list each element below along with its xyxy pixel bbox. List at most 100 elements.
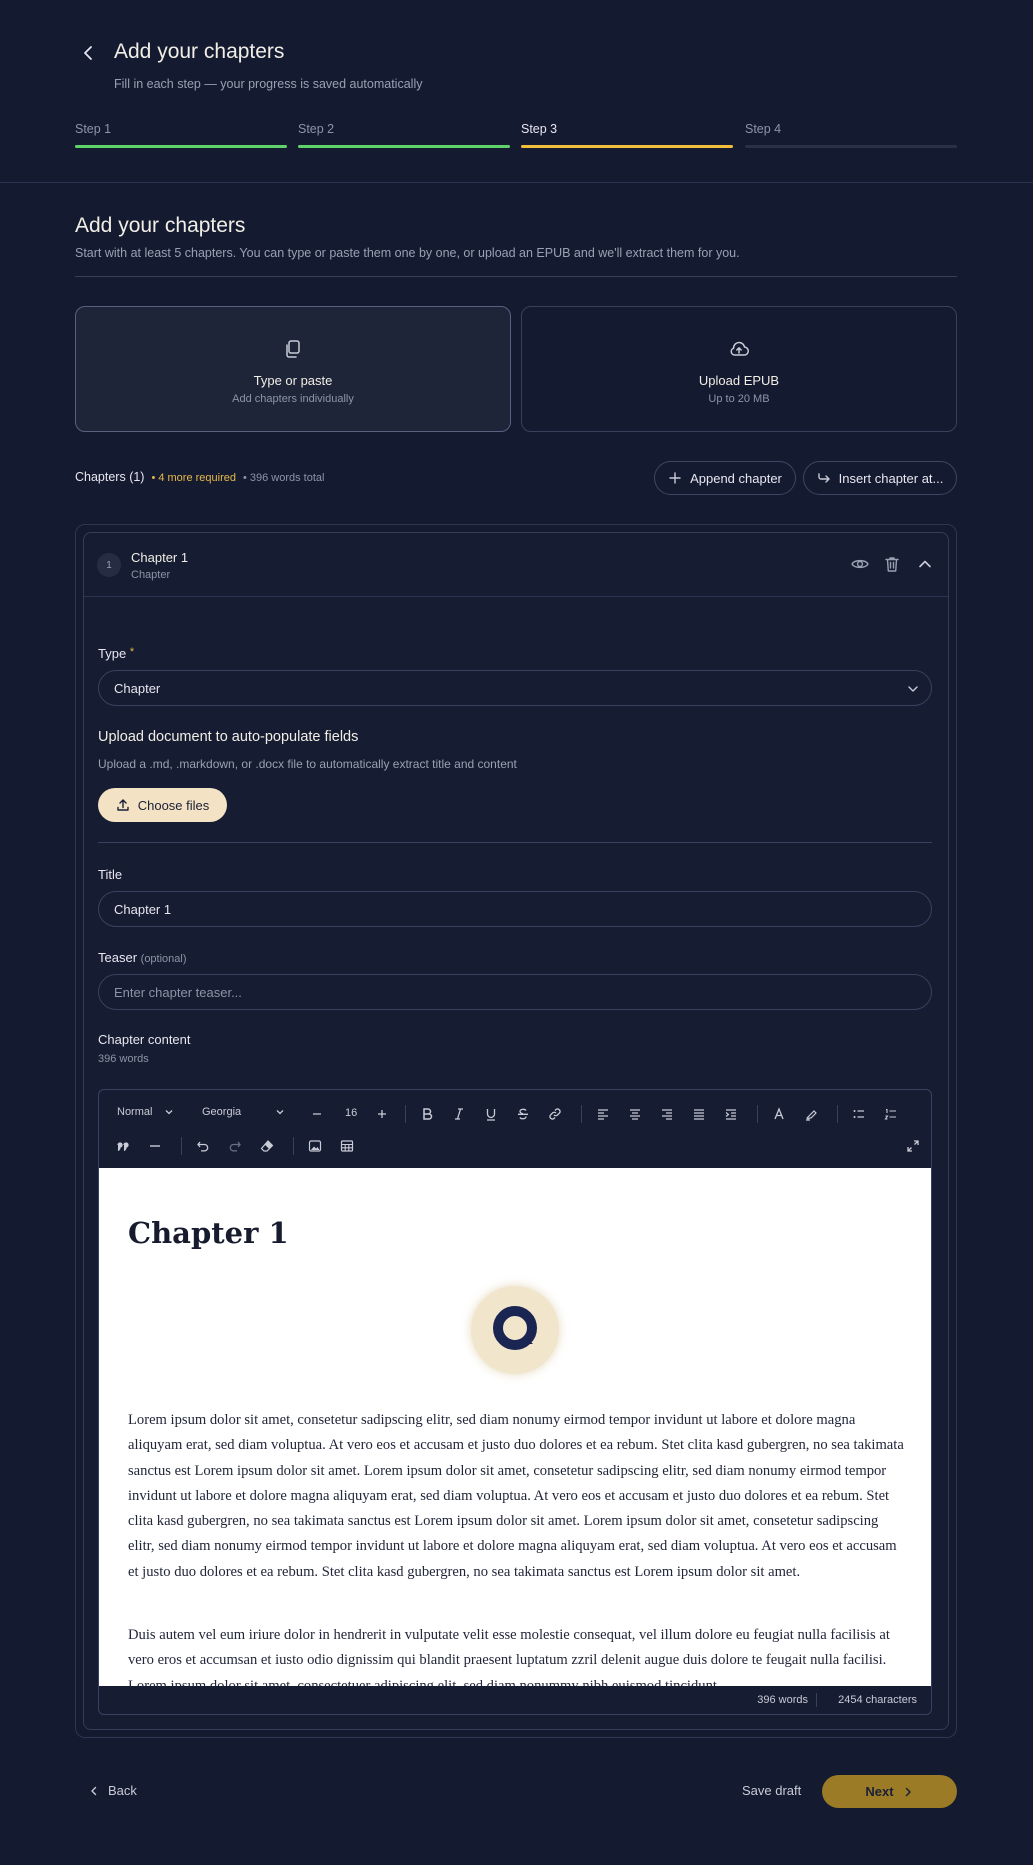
fullscreen-icon[interactable] [905,1138,921,1154]
toolbar-separator [293,1137,294,1155]
step-3[interactable]: Step 3 [521,122,733,148]
q-logo-icon [493,1306,537,1350]
highlighter-icon[interactable] [803,1106,819,1122]
step-1[interactable]: Step 1 [75,122,287,148]
toolbar-separator [181,1137,182,1155]
chapters-word-total: • 396 words total [242,472,325,484]
chapters-summary: Chapters (1) • 4 more required • 396 wor… [75,470,324,484]
page-title: Add your chapters [114,40,285,63]
upload-icon [117,799,129,811]
content-field-label: Chapter content [98,1032,191,1047]
upload-epub-option[interactable]: Upload EPUB Up to 20 MB [521,306,957,432]
header-divider [0,182,1033,183]
type-select[interactable]: Chapter [98,670,932,706]
text-color-icon[interactable] [771,1106,787,1122]
title-input-value: Chapter 1 [114,901,172,917]
append-chapter-label: Append chapter [690,470,782,486]
content-heading: Chapter 1 [128,1216,289,1250]
redirect-arrow-icon [817,473,830,483]
choose-files-label: Choose files [137,797,210,813]
editor-content-area[interactable]: Chapter 1 Lorem ipsum dolor sit amet, co… [99,1168,931,1686]
title-field-label: Title [98,867,123,882]
quote-icon[interactable] [115,1138,131,1154]
teaser-input[interactable]: Enter chapter teaser... [98,974,932,1010]
font-family-value: Georgia [202,1106,242,1118]
option-subtitle: Add chapters individually [232,393,354,405]
section-subtitle: Start with at least 5 chapters. You can … [75,246,740,260]
step-2[interactable]: Step 2 [298,122,510,148]
step-label: Step 4 [745,122,782,136]
type-or-paste-option[interactable]: Type or paste Add chapters individually [75,306,511,432]
editor-char-count: 2454 characters [838,1694,917,1706]
align-center-icon[interactable] [627,1106,643,1122]
chapters-count: Chapters (1) [75,470,145,484]
chapter-title: Chapter 1 [131,550,189,565]
type-field-label: Type * [98,646,134,661]
option-subtitle: Up to 20 MB [708,393,770,405]
align-left-icon[interactable] [595,1106,611,1122]
paragraph-style-value: Normal [117,1106,153,1118]
toolbar-separator [757,1105,758,1123]
plus-icon [669,472,681,484]
next-button[interactable]: Next [822,1775,957,1808]
increase-font-size-icon[interactable] [374,1106,390,1122]
next-label: Next [865,1784,894,1799]
insert-chapter-label: Insert chapter at... [838,470,944,486]
cloud-upload-icon [730,341,749,356]
chevron-right-icon [905,1787,911,1796]
option-title: Upload EPUB [698,373,780,388]
save-draft-button[interactable]: Save draft [742,1783,801,1798]
step-4[interactable]: Step 4 [745,122,957,148]
chapter-type-label: Chapter [131,569,171,581]
step-progress-bar [745,145,957,148]
chapters-required: • 4 more required [151,472,236,484]
optional-marker: (optional) [140,953,187,965]
image-icon[interactable] [307,1138,323,1154]
chevron-left-icon [91,1786,97,1795]
font-size-value[interactable]: 16 [345,1107,357,1119]
content-paragraph: Lorem ipsum dolor sit amet, consetetur s… [128,1412,904,1580]
redo-icon[interactable] [227,1138,243,1154]
font-family-select[interactable]: Georgia [202,1106,285,1118]
trash-icon[interactable] [881,553,903,575]
indent-icon[interactable] [723,1106,739,1122]
chapter-header-divider [84,596,948,597]
bold-icon[interactable] [419,1106,435,1122]
decrease-font-size-icon[interactable] [309,1106,325,1122]
section-divider [75,276,957,277]
type-select-value: Chapter [114,680,161,696]
underline-icon[interactable] [483,1106,499,1122]
undo-icon[interactable] [195,1138,211,1154]
paragraph-style-select[interactable]: Normal [117,1106,174,1118]
strikethrough-icon[interactable] [515,1106,531,1122]
back-label: Back [108,1783,137,1798]
insert-chapter-button[interactable]: Insert chapter at... [803,461,957,495]
editor-word-count: 396 words [757,1694,808,1706]
align-justify-icon[interactable] [691,1106,707,1122]
bullet-list-icon[interactable] [851,1106,867,1122]
back-button[interactable]: Back [88,1783,137,1798]
option-title: Type or paste [253,373,333,388]
upload-document-description: Upload a .md, .markdown, or .docx file t… [98,757,517,771]
step-label: Step 2 [298,122,335,136]
align-right-icon[interactable] [659,1106,675,1122]
link-icon[interactable] [547,1106,563,1122]
italic-icon[interactable] [451,1106,467,1122]
chapter-number-badge: 1 [97,553,121,577]
horizontal-rule-icon[interactable] [147,1138,163,1154]
editor-toolbar-row-2 [99,1130,931,1162]
choose-files-button[interactable]: Choose files [98,788,227,822]
title-input[interactable]: Chapter 1 [98,891,932,927]
eye-icon[interactable] [849,553,871,575]
section-title: Add your chapters [75,214,246,237]
toolbar-separator [405,1105,406,1123]
chevron-down-icon [908,686,918,692]
eraser-icon[interactable] [259,1138,275,1154]
back-arrow-icon[interactable] [78,42,100,64]
chevron-up-icon[interactable] [914,553,936,575]
brand-logo-image [471,1286,559,1374]
numbered-list-icon[interactable] [883,1106,899,1122]
table-icon[interactable] [339,1138,355,1154]
append-chapter-button[interactable]: Append chapter [654,461,796,495]
toolbar-separator [837,1105,838,1123]
